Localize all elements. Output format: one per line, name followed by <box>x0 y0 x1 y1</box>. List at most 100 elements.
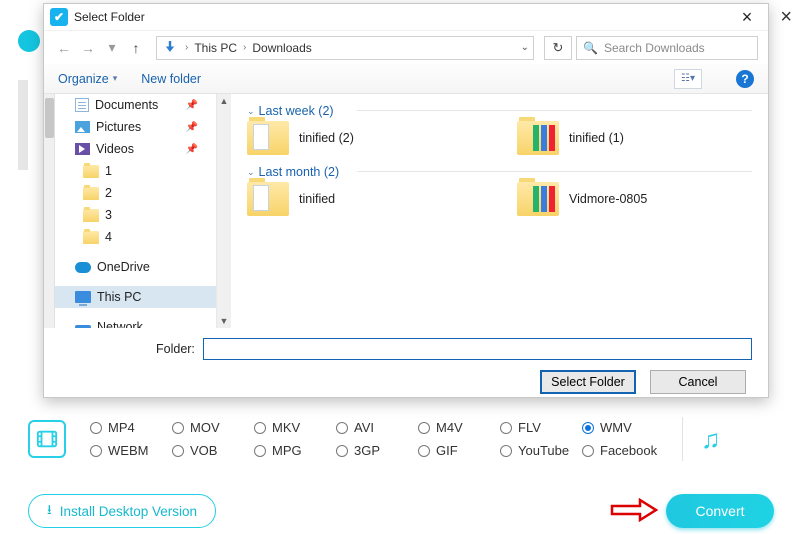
tree-item-1[interactable]: 1 <box>55 160 216 182</box>
outer-scrollbar[interactable] <box>44 94 55 328</box>
organize-menu[interactable]: Organize ▾ <box>58 72 117 86</box>
tree-item-2[interactable]: 2 <box>55 182 216 204</box>
radio-label: 3GP <box>354 443 380 458</box>
folder-label: tinified (1) <box>569 131 624 145</box>
tree-item-documents[interactable]: Documents 📌 <box>55 94 216 116</box>
format-radio-3gp[interactable]: 3GP <box>336 443 418 458</box>
radio-icon <box>90 422 102 434</box>
folder-name-input[interactable] <box>203 338 752 360</box>
format-radio-avi[interactable]: AVI <box>336 420 418 435</box>
tree-item-label: Documents <box>95 98 158 112</box>
refresh-button[interactable]: ↻ <box>544 36 572 60</box>
group-header[interactable]: ⌄Last month (2) <box>247 165 752 179</box>
folder-icon <box>517 121 559 155</box>
nav-up-icon[interactable]: ↑ <box>126 38 146 58</box>
radio-label: MP4 <box>108 420 135 435</box>
bg-strip <box>18 80 28 170</box>
group-header[interactable]: ⌄Last week (2) <box>247 104 752 118</box>
format-radio-wmv[interactable]: WMV <box>582 420 664 435</box>
pin-icon: 📌 <box>186 100 198 111</box>
format-radio-gif[interactable]: GIF <box>418 443 500 458</box>
format-radio-webm[interactable]: WEBM <box>90 443 172 458</box>
tree-item-label: Pictures <box>96 120 141 134</box>
download-icon: ⭳ <box>47 500 52 523</box>
folder-item[interactable]: tinified <box>247 182 457 216</box>
radio-label: FLV <box>518 420 541 435</box>
tree-item-label: 2 <box>105 186 112 200</box>
tree-item-3[interactable]: 3 <box>55 204 216 226</box>
bg-close-icon[interactable]: × <box>780 6 792 29</box>
nav-back-icon[interactable]: ← <box>54 38 74 58</box>
cancel-button[interactable]: Cancel <box>650 370 746 394</box>
chevron-right-icon: › <box>243 42 246 53</box>
tree-item-videos[interactable]: Videos📌 <box>55 138 216 160</box>
tree-item-this-pc[interactable]: This PC <box>55 286 216 308</box>
radio-icon <box>336 445 348 457</box>
pin-icon: 📌 <box>186 122 198 133</box>
format-radio-flv[interactable]: FLV <box>500 420 582 435</box>
search-placeholder: Search Downloads <box>604 41 705 55</box>
search-icon: 🔍 <box>583 41 598 55</box>
tree-item-label: Videos <box>96 142 134 156</box>
breadcrumb-downloads[interactable]: Downloads <box>252 41 311 55</box>
format-radio-mkv[interactable]: MKV <box>254 420 336 435</box>
fld-icon <box>83 187 99 200</box>
audio-format-icon[interactable]: ♫ <box>701 424 721 455</box>
tree-item-network[interactable]: Network <box>55 316 216 328</box>
folder-item[interactable]: Vidmore-0805 <box>517 182 727 216</box>
tree-item-pictures[interactable]: Pictures 📌 <box>55 116 216 138</box>
view-options-button[interactable]: ☷▾ <box>674 69 702 89</box>
folder-label: tinified (2) <box>299 131 354 145</box>
convert-button[interactable]: Convert <box>666 494 774 528</box>
close-icon[interactable]: × <box>732 7 762 28</box>
folder-item[interactable]: tinified (1) <box>517 121 727 155</box>
nav-recent-icon[interactable]: ▾ <box>102 38 122 58</box>
select-folder-button[interactable]: Select Folder <box>540 370 636 394</box>
format-radio-mp4[interactable]: MP4 <box>90 420 172 435</box>
help-button[interactable]: ? <box>736 70 754 88</box>
format-radio-facebook[interactable]: Facebook <box>582 443 664 458</box>
scroll-up-icon[interactable]: ▲ <box>217 94 231 108</box>
bg-accent-circle <box>18 30 40 52</box>
video-format-icon[interactable] <box>28 420 66 458</box>
breadcrumb-root[interactable]: This PC <box>194 41 237 55</box>
radio-label: GIF <box>436 443 458 458</box>
tree-item-4[interactable]: 4 <box>55 226 216 248</box>
folder-item[interactable]: tinified (2) <box>247 121 457 155</box>
radio-icon <box>336 422 348 434</box>
folder-icon <box>247 182 289 216</box>
chevron-down-icon: ⌄ <box>247 167 255 178</box>
format-radio-mpg[interactable]: MPG <box>254 443 336 458</box>
radio-icon <box>254 422 266 434</box>
app-icon: ✔ <box>50 8 68 26</box>
folder-field-label: Folder: <box>156 342 195 356</box>
radio-icon <box>582 445 594 457</box>
search-input[interactable]: 🔍 Search Downloads <box>576 36 758 60</box>
chevron-down-icon: ⌄ <box>247 106 255 117</box>
annotation-arrow-icon <box>610 498 658 522</box>
install-desktop-button[interactable]: ⭳ Install Desktop Version <box>28 494 216 528</box>
format-section: MP4 MOVMKVAVIM4V FLV WMV WEBMVOBMPG 3GP GIF You… <box>28 414 774 464</box>
dialog-body: Documents 📌 Pictures 📌 Videos📌 1 2 34 OneDrive Th… <box>44 94 768 328</box>
format-radio-m4v[interactable]: M4V <box>418 420 500 435</box>
scrollbar-thumb[interactable] <box>45 98 54 138</box>
tree-scrollbar[interactable]: ▲ ▼ <box>217 94 231 328</box>
tree-item-label: OneDrive <box>97 260 150 274</box>
format-radio-youtube[interactable]: YouTube <box>500 443 582 458</box>
folder-label: tinified <box>299 192 335 206</box>
format-radio-mov[interactable]: MOV <box>172 420 254 435</box>
folder-icon <box>247 121 289 155</box>
address-dropdown-icon[interactable]: ⌄ <box>521 42 529 53</box>
net-icon <box>75 321 91 328</box>
tree-item-onedrive[interactable]: OneDrive <box>55 256 216 278</box>
new-folder-button[interactable]: New folder <box>141 72 201 86</box>
radio-icon <box>90 445 102 457</box>
tree-item-label: 1 <box>105 164 112 178</box>
scroll-down-icon[interactable]: ▼ <box>217 314 231 328</box>
install-label: Install Desktop Version <box>60 504 197 519</box>
format-radio-grid: MP4 MOVMKVAVIM4V FLV WMV WEBMVOBMPG 3GP GIF You… <box>90 420 664 458</box>
fld-icon <box>83 231 99 244</box>
address-bar[interactable]: › This PC › Downloads ⌄ <box>156 36 534 60</box>
format-radio-vob[interactable]: VOB <box>172 443 254 458</box>
nav-forward-icon[interactable]: → <box>78 38 98 58</box>
